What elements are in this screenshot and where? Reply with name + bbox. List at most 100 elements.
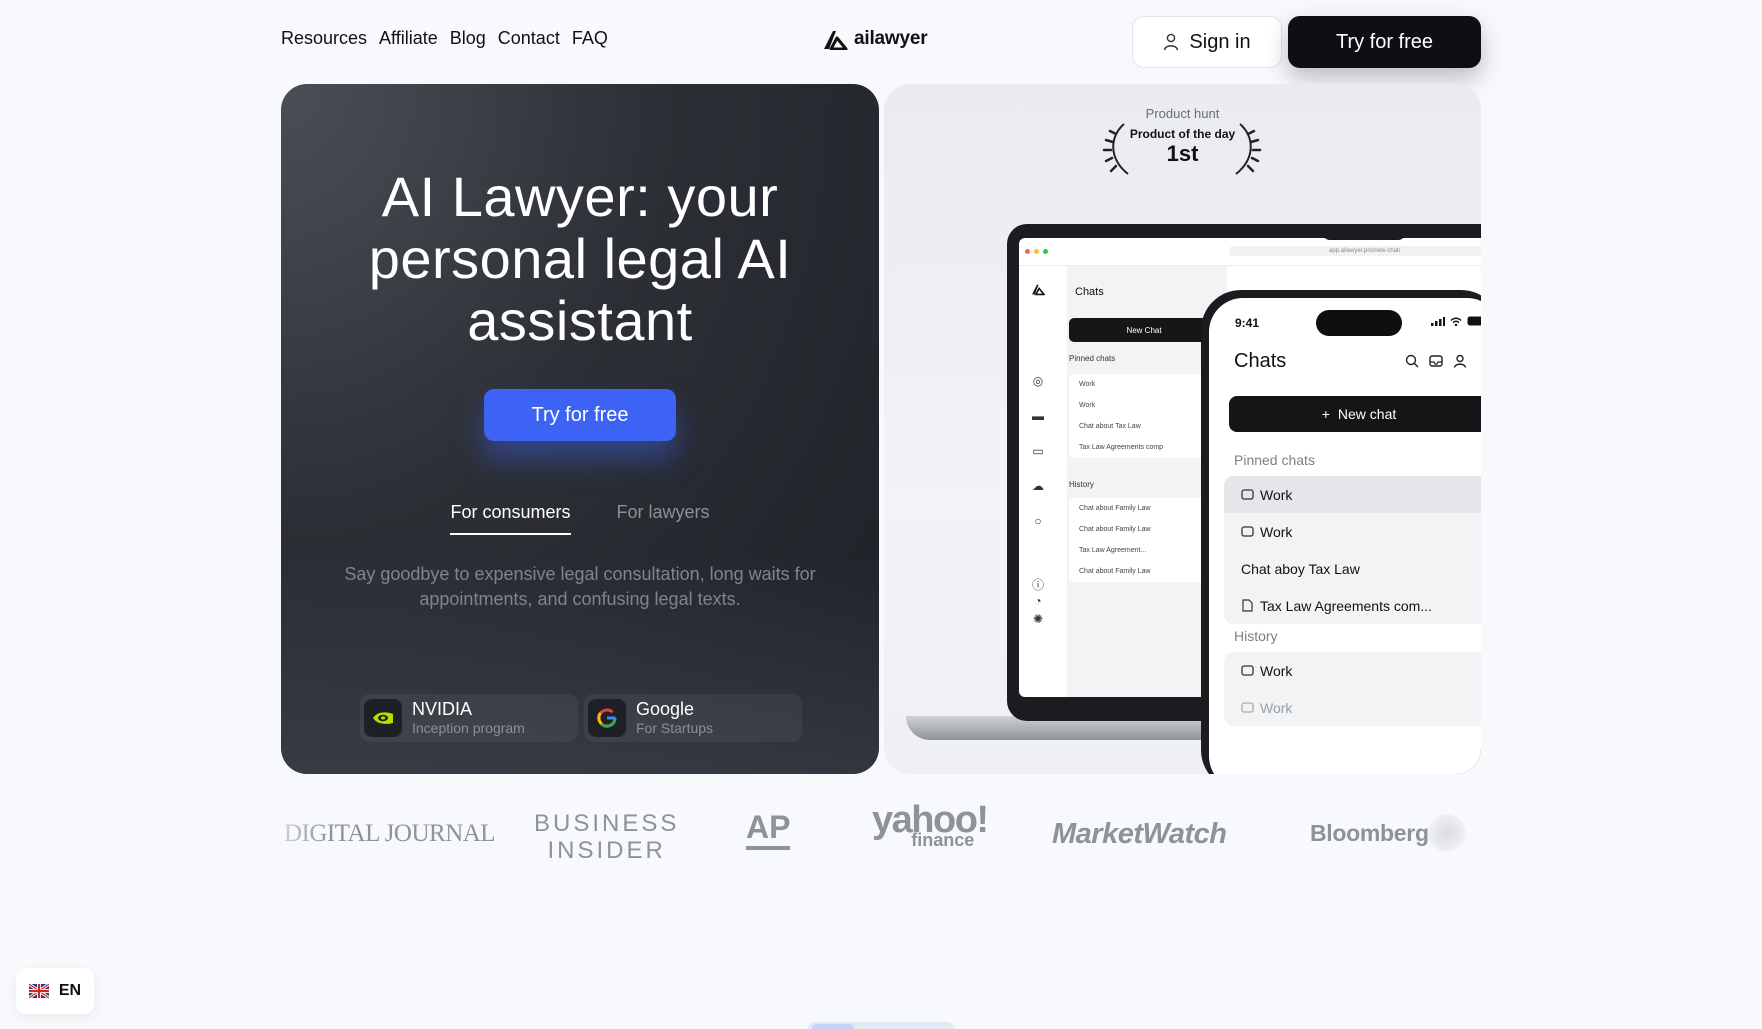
- list-item[interactable]: Tax Law Agreements com...: [1224, 587, 1481, 624]
- list-item[interactable]: Chat about Family Law: [1069, 561, 1219, 582]
- partner-google-name: Google: [636, 699, 695, 719]
- try-for-free-hero-button[interactable]: Try for free: [484, 389, 676, 441]
- phone-time: 9:41: [1235, 316, 1260, 330]
- uk-flag-icon: [28, 984, 49, 998]
- phone-pinned-label: Pinned chats: [1234, 452, 1315, 468]
- laurel-right-icon: [1235, 123, 1262, 175]
- phone-mockup: 9:41 Chats + New chat Pinned chats Work: [1201, 290, 1481, 774]
- press-bloomberg[interactable]: Bloomberg: [1310, 820, 1429, 847]
- user-icon: [1164, 33, 1179, 51]
- press-yahoo-line2: finance: [911, 830, 975, 850]
- sun-icon[interactable]: ✺: [1031, 612, 1045, 626]
- list-item[interactable]: Work: [1224, 689, 1481, 726]
- nvidia-icon: [364, 699, 402, 737]
- minimize-dot-icon: [1034, 249, 1039, 254]
- badge-rank: 1st: [1166, 141, 1199, 166]
- partner-google-sub: For Startups: [636, 720, 714, 736]
- partner-nvidia[interactable]: NVIDIA Inception program: [360, 694, 578, 742]
- document-icon[interactable]: ▭: [1031, 444, 1045, 458]
- laptop-notch: [1322, 224, 1406, 240]
- phone-chats-title: Chats: [1234, 350, 1287, 372]
- browser-toolbar: app.ailawyer.pro/new-chat/: [1019, 238, 1481, 266]
- cloud-icon[interactable]: ☁: [1031, 479, 1045, 493]
- nav-resources[interactable]: Resources: [281, 28, 367, 49]
- chat-icon[interactable]: ▬: [1031, 409, 1045, 423]
- laptop-new-chat-button[interactable]: New Chat: [1069, 318, 1219, 342]
- laptop-chats-title: Chats: [1075, 286, 1104, 298]
- product-hunt-badge: Product hunt Product of the day 1st: [884, 106, 1481, 167]
- dynamic-island: [1316, 310, 1402, 336]
- phone-history-label: History: [1234, 628, 1278, 644]
- list-item[interactable]: Chat aboy Tax Law: [1224, 550, 1481, 587]
- globe-icon[interactable]: ◎: [1031, 374, 1045, 388]
- phone-status-icons: [1431, 316, 1481, 326]
- list-item-label: Work: [1260, 662, 1293, 679]
- list-item[interactable]: Work: [1224, 513, 1481, 550]
- laptop-pinned-list: Work Work Chat about Tax Law Tax Law Agr…: [1069, 374, 1219, 458]
- phone-pinned-list: Work Work Chat aboy Tax Law Tax Law Agre…: [1224, 476, 1481, 624]
- hero-title-line-3: assistant: [467, 289, 693, 352]
- language-selector[interactable]: EN: [16, 968, 94, 1014]
- list-item-label: Tax Law Agreements com...: [1260, 597, 1432, 614]
- ailawyer-logo-small-icon: [1032, 284, 1045, 296]
- profile-icon[interactable]: ○: [1031, 514, 1045, 528]
- nav-blog[interactable]: Blog: [450, 28, 486, 49]
- bottom-toggle-pill[interactable]: [808, 1022, 954, 1029]
- hero-description: Say goodbye to expensive legal consultat…: [344, 564, 816, 609]
- press-ap[interactable]: AP: [746, 810, 791, 850]
- document-icon: [1242, 599, 1253, 612]
- sign-in-button[interactable]: Sign in: [1132, 16, 1282, 68]
- partner-badges: NVIDIA Inception program Google For Star…: [360, 694, 802, 742]
- folder-icon: [1241, 489, 1254, 500]
- laptop-history-label: History: [1069, 480, 1094, 489]
- logo[interactable]: ailawyer: [822, 28, 928, 50]
- tab-for-consumers[interactable]: For consumers: [450, 502, 571, 535]
- press-business-insider[interactable]: BUSINESS INSIDER: [534, 810, 679, 864]
- list-item[interactable]: Chat about Tax Law: [1069, 416, 1219, 437]
- loading-spinner-icon: [1428, 814, 1466, 852]
- press-marketwatch[interactable]: MarketWatch: [1052, 818, 1227, 851]
- bell-icon[interactable]: ◔: [1031, 594, 1045, 608]
- language-code: EN: [58, 982, 82, 999]
- partner-nvidia-sub: Inception program: [412, 720, 525, 736]
- list-item[interactable]: Work: [1224, 476, 1481, 513]
- list-item[interactable]: Chat about Family Law: [1069, 519, 1219, 540]
- tab-for-lawyers[interactable]: For lawyers: [617, 502, 710, 535]
- list-item[interactable]: Tax Law Agreements comp: [1069, 437, 1219, 458]
- inbox-icon[interactable]: [1429, 354, 1443, 368]
- hero-card: AI Lawyer: your personal legal AI assist…: [281, 84, 879, 774]
- press-logos: DIGITAL JOURNAL BUSINESS INSIDER AP yaho…: [284, 801, 1484, 864]
- laptop-sidebar: ◎ ▬ ▭ ☁ ○ ⓘ ◔ ✺: [1019, 266, 1059, 697]
- list-item[interactable]: Work: [1069, 395, 1219, 416]
- ailawyer-logo-icon: [824, 31, 848, 50]
- list-item[interactable]: Work: [1224, 652, 1481, 689]
- info-icon[interactable]: ⓘ: [1031, 576, 1045, 592]
- list-item[interactable]: Work: [1069, 374, 1219, 395]
- press-business-insider-line2: INSIDER: [547, 837, 666, 864]
- phone-screen: 9:41 Chats + New chat Pinned chats Work: [1209, 298, 1481, 774]
- phone-history-list: Work Work: [1224, 652, 1481, 726]
- profile-icon[interactable]: [1453, 354, 1467, 368]
- main-nav: Resources Affiliate Blog Contact FAQ: [281, 28, 608, 49]
- list-item[interactable]: Tax Law Agreement...: [1069, 540, 1219, 561]
- nav-contact[interactable]: Contact: [498, 28, 560, 49]
- laptop-pinned-label: Pinned chats: [1069, 354, 1116, 363]
- browser-url: app.ailawyer.pro/new-chat/: [1229, 246, 1481, 256]
- phone-header-icons: [1405, 354, 1467, 368]
- nav-faq[interactable]: FAQ: [572, 28, 608, 49]
- partner-google[interactable]: Google For Startups: [584, 694, 802, 742]
- try-for-free-header-button[interactable]: Try for free: [1288, 16, 1481, 68]
- nav-affiliate[interactable]: Affiliate: [379, 28, 438, 49]
- badge-source: Product hunt: [1145, 106, 1220, 121]
- list-item-label: Work: [1260, 486, 1293, 503]
- hero-title-line-2: personal legal AI: [368, 227, 792, 290]
- phone-new-chat-button[interactable]: + New chat: [1229, 396, 1481, 432]
- list-item-label: Chat aboy Tax Law: [1241, 560, 1360, 577]
- badge-title: Product of the day: [1129, 127, 1236, 141]
- audience-tabs: For consumers For lawyers: [281, 502, 879, 535]
- google-icon: [588, 699, 626, 737]
- list-item[interactable]: Chat about Family Law: [1069, 498, 1219, 519]
- hero-title: AI Lawyer: your personal legal AI assist…: [281, 166, 879, 352]
- search-icon[interactable]: [1405, 354, 1419, 368]
- press-yahoo-finance[interactable]: yahoo! finance: [872, 801, 989, 850]
